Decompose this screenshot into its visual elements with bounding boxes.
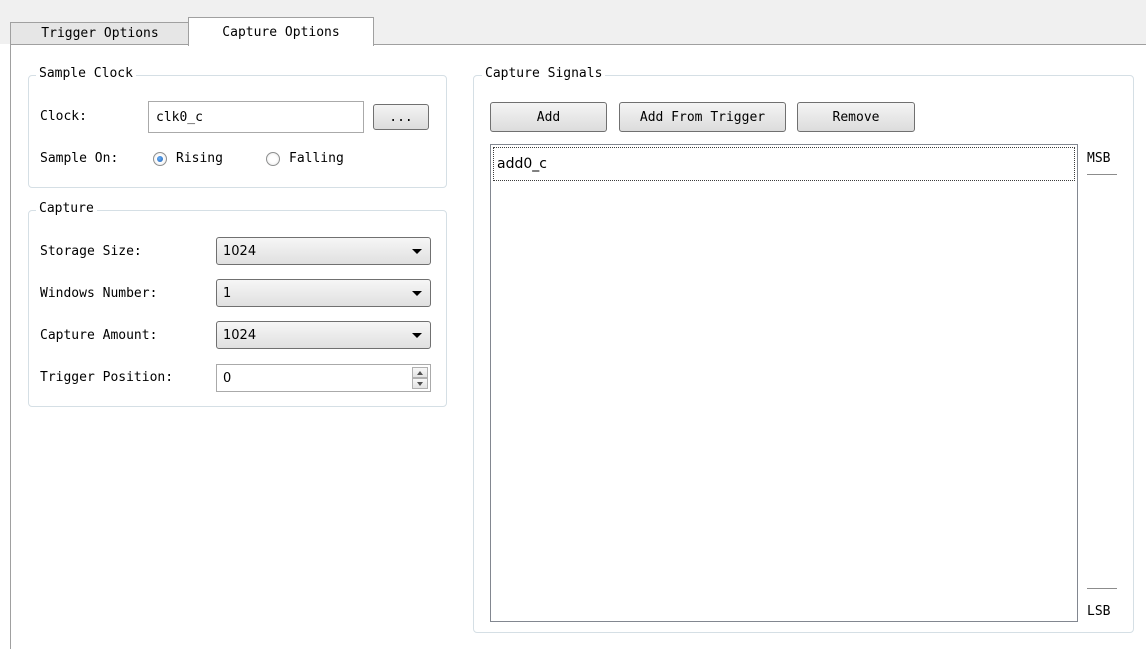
signal-name: add0_c [497,156,547,172]
add-from-trigger-label: Add From Trigger [639,109,766,125]
radio-rising-label: Rising [176,151,223,166]
clock-input-value: clk0_c [156,109,203,125]
remove-button-label: Remove [832,109,880,125]
sample-clock-title: Sample Clock [36,66,136,82]
tab-label: Trigger Options [41,26,159,41]
spin-buttons [412,367,428,389]
capture-options-window: Trigger Options Capture Options Sample C… [0,0,1146,649]
capture-amount-select[interactable]: 1024 [216,321,431,349]
capture-signals-title: Capture Signals [482,66,606,82]
tab-trigger-options[interactable]: Trigger Options [10,22,190,45]
tab-page-border [10,45,11,649]
chevron-down-icon [412,333,422,338]
msb-marker-line [1087,174,1117,175]
windows-number-select[interactable]: 1 [216,279,431,307]
clock-label: Clock: [40,109,87,124]
trigger-position-value: 0 [223,370,232,386]
storage-size-label: Storage Size: [40,244,142,259]
lsb-marker-line [1087,588,1117,589]
spin-up-button[interactable] [412,367,428,378]
storage-size-value: 1024 [223,243,257,259]
windows-number-value: 1 [223,285,232,301]
radio-falling-label: Falling [289,151,344,166]
list-item[interactable]: add0_c [493,147,1075,181]
windows-number-label: Windows Number: [40,286,158,301]
chevron-down-icon [412,291,422,296]
arrow-down-icon [417,382,423,386]
tab-capture-options[interactable]: Capture Options [188,17,374,46]
radio-rising[interactable]: Rising [148,150,258,168]
capture-title: Capture [36,201,97,217]
tab-strip-baseline [374,44,1146,45]
msb-label: MSB [1087,151,1111,166]
arrow-up-icon [417,371,423,375]
remove-button[interactable]: Remove [797,102,915,132]
lsb-label: LSB [1087,604,1111,619]
trigger-position-spinbox[interactable]: 0 [216,364,431,392]
browse-button-label: ... [389,109,413,125]
add-from-trigger-button[interactable]: Add From Trigger [619,102,786,132]
spin-down-button[interactable] [412,378,428,389]
radio-rising-circle [153,152,167,166]
radio-selected-dot [157,156,163,162]
browse-clock-button[interactable]: ... [373,104,429,130]
tab-label: Capture Options [222,24,340,40]
capture-signal-list[interactable]: add0_c [490,144,1078,622]
clock-input[interactable]: clk0_c [148,101,364,133]
sample-on-label: Sample On: [40,151,119,166]
chevron-down-icon [412,249,422,254]
radio-falling-circle [266,152,280,166]
add-button-label: Add [536,109,561,125]
storage-size-select[interactable]: 1024 [216,237,431,265]
capture-amount-value: 1024 [223,327,257,343]
add-button[interactable]: Add [490,102,607,132]
capture-amount-label: Capture Amount: [40,328,158,343]
trigger-position-label: Trigger Position: [40,370,174,385]
radio-falling[interactable]: Falling [263,150,373,168]
